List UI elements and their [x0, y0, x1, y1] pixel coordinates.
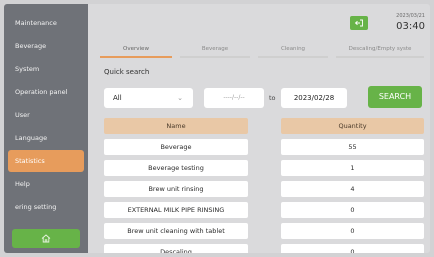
- time-display: 03:40: [396, 21, 425, 32]
- table-cell-quantity: 0: [281, 202, 424, 218]
- sidebar-item-system[interactable]: System: [8, 58, 84, 80]
- table-cell-quantity: 0: [281, 223, 424, 239]
- chevron-down-icon: ⌄: [177, 94, 183, 102]
- to-label: to: [269, 94, 276, 102]
- sidebar-item-statistics[interactable]: Statistics: [8, 150, 84, 172]
- sidebar-item-language[interactable]: Language: [8, 127, 84, 149]
- to-date-input[interactable]: 2023/02/28: [281, 88, 347, 108]
- tab-beverage[interactable]: Beverage: [180, 44, 250, 58]
- table-cell-name: Beverage testing: [104, 160, 248, 176]
- home-button[interactable]: [12, 229, 80, 248]
- tab-overview[interactable]: Overview: [100, 44, 172, 58]
- search-button[interactable]: SEARCH: [368, 86, 422, 108]
- table-cell-quantity: 1: [281, 160, 424, 176]
- exit-icon: [354, 19, 363, 27]
- sidebar: Maintenance Beverage System Operation pa…: [4, 4, 88, 253]
- type-select-value: All: [113, 94, 122, 102]
- quick-search-label: Quick search: [104, 68, 150, 76]
- table-cell-name: Beverage: [104, 139, 248, 155]
- type-select[interactable]: All ⌄: [104, 88, 193, 108]
- table-cell-name: Brew unit rinsing: [104, 181, 248, 197]
- sidebar-item-user[interactable]: User: [8, 104, 84, 126]
- exit-button[interactable]: [350, 16, 368, 30]
- tab-descaling-empty-system[interactable]: Descaling/Empty syste: [336, 44, 424, 58]
- table-cell-name: Brew unit cleaning with tablet: [104, 223, 248, 239]
- table-header-quantity: Quantity: [281, 118, 424, 134]
- sidebar-item-metering-setting[interactable]: ering setting: [8, 196, 84, 218]
- table-cell-quantity: 0: [281, 244, 424, 253]
- sidebar-item-maintenance[interactable]: Maintenance: [8, 12, 84, 34]
- home-icon: [41, 234, 51, 243]
- sidebar-item-beverage[interactable]: Beverage: [8, 35, 84, 57]
- table-cell-name: Descaling: [104, 244, 248, 253]
- app-window: Maintenance Beverage System Operation pa…: [4, 4, 430, 253]
- table-header-name: Name: [104, 118, 248, 134]
- tab-cleaning[interactable]: Cleaning: [258, 44, 328, 58]
- from-date-input[interactable]: ----/--/--: [204, 88, 264, 108]
- table-cell-quantity: 55: [281, 139, 424, 155]
- main-panel: 2023/03/21 03:40 Overview Beverage Clean…: [88, 4, 430, 253]
- table-cell-quantity: 4: [281, 181, 424, 197]
- sidebar-item-help[interactable]: Help: [8, 173, 84, 195]
- date-display: 2023/03/21: [396, 13, 425, 19]
- table-cell-name: EXTERNAL MILK PIPE RINSING: [104, 202, 248, 218]
- sidebar-item-operation-panel[interactable]: Operation panel: [8, 81, 84, 103]
